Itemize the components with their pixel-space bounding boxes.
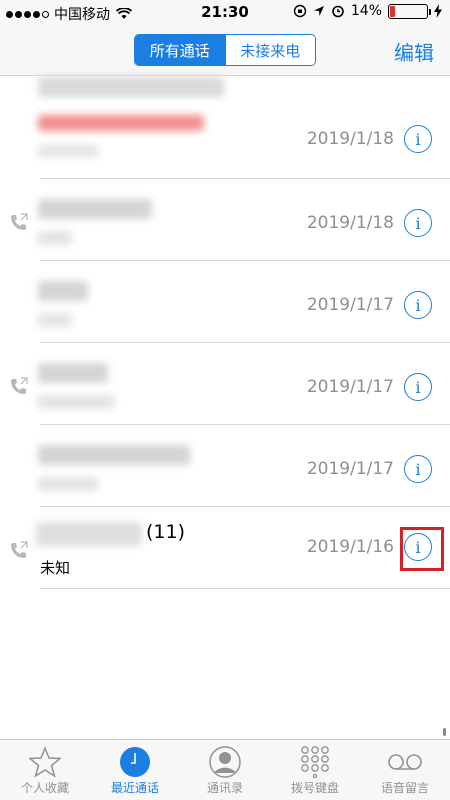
rotation-lock-icon [293, 4, 307, 18]
call-row[interactable]: 2019/1/17 i [0, 425, 450, 507]
tab-bar: 个人收藏 最近通话 通讯录 拨号键盘 语音留言 [0, 739, 450, 800]
call-date: 2019/1/17 [306, 295, 394, 315]
call-row[interactable]: (11) 未知 2019/1/16 i [0, 507, 450, 589]
redacted-name [38, 281, 88, 301]
tab-label: 通讯录 [206, 781, 243, 795]
redacted-name [36, 522, 142, 546]
tab-label: 拨号键盘 [290, 781, 339, 795]
tab-label: 个人收藏 [20, 781, 69, 795]
info-icon[interactable]: i [404, 373, 432, 401]
clock-icon [120, 747, 150, 777]
edit-button[interactable]: 编辑 [394, 37, 434, 66]
scroll-indicator[interactable] [443, 728, 446, 736]
segment-missed-calls[interactable]: 未接来电 [224, 35, 315, 65]
contact-icon [209, 746, 241, 778]
recent-calls-list: 2019/1/18 i 2019/1/18 i 2019/1/17 i 2019… [0, 77, 450, 589]
segment-all-calls[interactable]: 所有通话 [135, 35, 225, 65]
tab-recents[interactable]: 最近通话 [90, 740, 180, 800]
location-icon [313, 6, 324, 16]
call-date: 2019/1/18 [306, 213, 394, 233]
call-row[interactable]: 2019/1/18 i [0, 179, 450, 261]
redacted-name [38, 77, 224, 97]
battery-percent: 14% [350, 3, 382, 19]
nav-bar: 所有通话 未接来电 编辑 [0, 26, 450, 76]
tab-voicemail[interactable]: 语音留言 [360, 740, 450, 800]
tab-label: 最近通话 [110, 781, 159, 795]
info-icon[interactable]: i [404, 291, 432, 319]
redacted-name [38, 363, 108, 383]
redacted-label [38, 313, 72, 327]
redacted-label [38, 395, 114, 409]
call-date: 2019/1/18 [306, 129, 394, 149]
call-date: 2019/1/17 [306, 377, 394, 397]
tab-favorites[interactable]: 个人收藏 [0, 740, 90, 800]
outgoing-call-icon [11, 377, 28, 394]
info-icon[interactable]: i [404, 125, 432, 153]
call-row[interactable]: 2019/1/17 i [0, 343, 450, 425]
status-right: 14% [293, 3, 442, 19]
outgoing-call-icon [11, 213, 28, 230]
redacted-name [38, 445, 190, 465]
call-date: 2019/1/17 [306, 459, 394, 479]
call-filter-segmented-control: 所有通话 未接来电 [134, 34, 316, 66]
highlight-box [400, 527, 444, 571]
keypad-icon [301, 746, 329, 778]
redacted-label [38, 477, 98, 491]
info-icon[interactable]: i [404, 209, 432, 237]
row-divider [40, 588, 450, 589]
call-date: 2019/1/16 [306, 537, 394, 557]
tab-label: 语音留言 [380, 781, 429, 795]
alarm-icon [332, 5, 344, 18]
call-subtitle: 未知 [40, 559, 71, 577]
call-row[interactable]: 2019/1/17 i [0, 261, 450, 343]
status-bar: 中国移动 21:30 14% [0, 0, 450, 26]
info-icon[interactable]: i [404, 455, 432, 483]
redacted-label [38, 145, 98, 157]
call-count: (11) [146, 521, 186, 543]
redacted-name [38, 199, 152, 219]
tab-keypad[interactable]: 拨号键盘 [270, 740, 360, 800]
voicemail-icon [388, 754, 422, 770]
charging-bolt-icon [434, 4, 442, 18]
redacted-missed-name [38, 115, 204, 131]
redacted-label [38, 231, 72, 245]
battery-icon [388, 3, 431, 19]
call-row[interactable]: 2019/1/18 i [0, 77, 450, 179]
star-icon [29, 746, 61, 778]
outgoing-call-icon [11, 541, 28, 558]
tab-contacts[interactable]: 通讯录 [180, 740, 270, 800]
